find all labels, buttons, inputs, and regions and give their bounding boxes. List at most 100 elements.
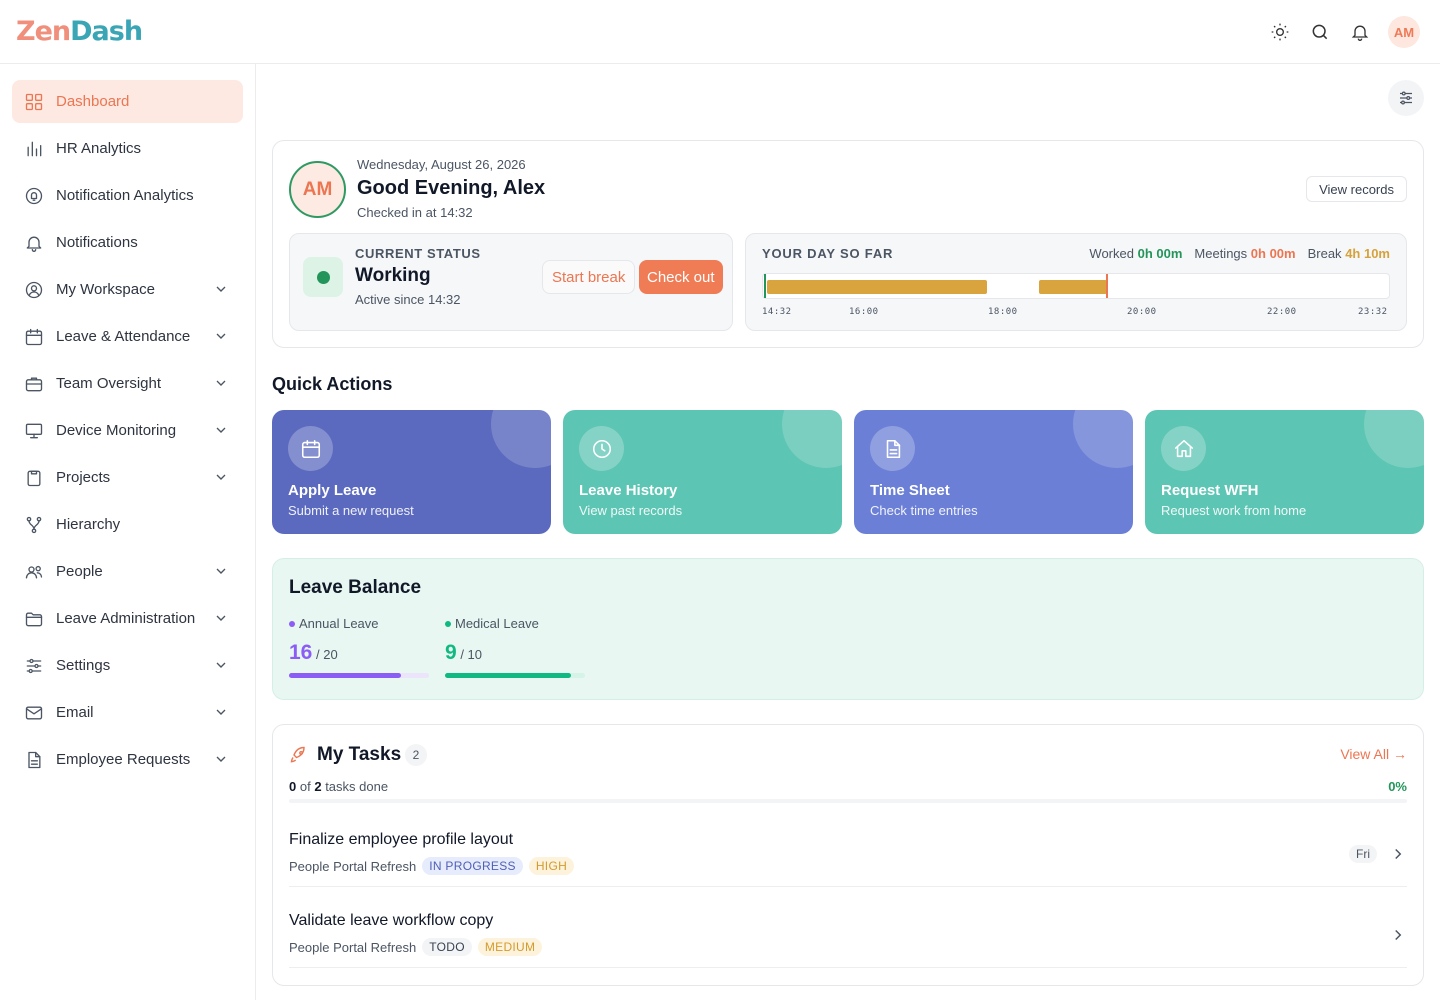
sidebar-item-leave-administration[interactable]: Leave Administration <box>12 597 243 640</box>
sidebar-item-notifications[interactable]: Notifications <box>12 221 243 264</box>
timeline-tick: 20:00 <box>1127 307 1157 317</box>
profile-avatar: AM <box>289 161 346 218</box>
leave-progress-bar <box>289 673 429 678</box>
quick-action-leave-history[interactable]: Leave History View past records <box>563 410 842 534</box>
sidebar-item-label: Email <box>56 704 94 721</box>
sidebar-item-label: Employee Requests <box>56 751 191 768</box>
timeline-track <box>762 273 1390 299</box>
bar-chart-icon <box>24 139 44 159</box>
chevron-down-icon[interactable] <box>213 751 229 767</box>
chevron-down-icon[interactable] <box>213 704 229 720</box>
calendar-icon <box>24 327 44 347</box>
clock-icon <box>579 426 624 471</box>
task-due-badge: Fri <box>1349 845 1377 863</box>
timeline-tick: 23:32 <box>1358 307 1388 317</box>
sidebar-item-label: Team Oversight <box>56 375 162 392</box>
chevron-right-icon[interactable] <box>1389 926 1407 949</box>
task-meta: People Portal Refresh TODO MEDIUM <box>289 938 543 956</box>
chevron-down-icon[interactable] <box>213 328 229 344</box>
quick-action-title: Time Sheet <box>870 482 950 499</box>
decorative-circle <box>1073 410 1133 468</box>
chevron-right-icon[interactable] <box>1389 845 1407 868</box>
start-break-button[interactable]: Start break <box>542 260 636 294</box>
task-status-badge: TODO <box>422 938 472 956</box>
sidebar-item-label: My Workspace <box>56 281 155 298</box>
user-circle-icon <box>24 280 44 300</box>
chevron-down-icon[interactable] <box>213 469 229 485</box>
search-icon[interactable] <box>1308 20 1332 44</box>
bell-icon[interactable] <box>1348 20 1372 44</box>
sidebar-item-label: Leave Administration <box>56 610 196 627</box>
quick-action-apply-leave[interactable]: Apply Leave Submit a new request <box>272 410 551 534</box>
view-all-tasks-link[interactable]: View All → <box>1340 746 1407 762</box>
tasks-title: My Tasks <box>317 744 402 765</box>
quick-action-subtitle: Check time entries <box>870 503 978 518</box>
filter-settings-button[interactable] <box>1388 80 1424 116</box>
tasks-progress-text: 0 of 2 tasks done <box>289 779 389 794</box>
sun-icon[interactable] <box>1268 20 1292 44</box>
sidebar-item-settings[interactable]: Settings <box>12 644 243 687</box>
checked-in-time: Checked in at 14:32 <box>357 205 473 220</box>
sidebar-item-projects[interactable]: Projects <box>12 456 243 499</box>
task-project: People Portal Refresh <box>289 858 417 874</box>
user-avatar[interactable]: AM <box>1388 16 1420 48</box>
chevron-down-icon[interactable] <box>213 610 229 626</box>
sidebar-item-label: People <box>56 563 103 580</box>
sidebar-item-label: Hierarchy <box>56 516 121 533</box>
sidebar-item-label: Settings <box>56 657 111 674</box>
quick-action-request-wfh[interactable]: Request WFH Request work from home <box>1145 410 1424 534</box>
active-since: Active since 14:32 <box>355 292 461 307</box>
leave-dot-icon <box>445 620 451 627</box>
leave-progress-bar <box>445 673 585 678</box>
task-row[interactable]: Validate leave workflow copy People Porta… <box>289 888 1407 968</box>
timeline-tick: 14:32 <box>762 307 792 317</box>
chevron-down-icon[interactable] <box>213 281 229 297</box>
app-logo[interactable]: ZenDash <box>16 16 143 47</box>
quick-action-time-sheet[interactable]: Time Sheet Check time entries <box>854 410 1133 534</box>
day-stats: Worked 0h 00m Meetings 0h 00m Break 4h 1… <box>1089 246 1390 261</box>
tasks-count-badge: 2 <box>405 744 427 766</box>
status-dot-icon <box>316 270 330 284</box>
sidebar-item-my-workspace[interactable]: My Workspace <box>12 268 243 311</box>
sidebar-item-label: Dashboard <box>56 93 130 110</box>
sidebar-item-team-oversight[interactable]: Team Oversight <box>12 362 243 405</box>
top-bar: ZenDash AM <box>0 0 1440 64</box>
sidebar-item-device-monitoring[interactable]: Device Monitoring <box>12 409 243 452</box>
break-segment <box>1039 280 1107 294</box>
sidebar-item-people[interactable]: People <box>12 550 243 593</box>
quick-action-title: Apply Leave <box>288 482 377 499</box>
chevron-down-icon[interactable] <box>213 375 229 391</box>
sidebar-item-email[interactable]: Email <box>12 691 243 734</box>
sidebar-item-dashboard[interactable]: Dashboard <box>12 80 243 123</box>
task-status-badge: IN PROGRESS <box>422 857 523 875</box>
chevron-down-icon[interactable] <box>213 563 229 579</box>
calendar-icon <box>288 426 333 471</box>
break-stat: Break 4h 10m <box>1307 246 1390 261</box>
task-row[interactable]: Finalize employee profile layout People P… <box>289 807 1407 887</box>
view-records-button[interactable]: View records <box>1306 176 1407 202</box>
decorative-circle <box>491 410 551 468</box>
sidebar-item-notification-analytics[interactable]: Notification Analytics <box>12 174 243 217</box>
status-value: Working <box>355 265 431 286</box>
leave-progress-fill <box>289 673 401 678</box>
monitor-icon <box>24 421 44 441</box>
sidebar-item-hierarchy[interactable]: Hierarchy <box>12 503 243 546</box>
home-icon <box>1161 426 1206 471</box>
check-out-button[interactable]: Check out <box>639 260 723 294</box>
sidebar-item-leave-attendance[interactable]: Leave & Attendance <box>12 315 243 358</box>
leave-item-annual-leave: Annual Leave 16 / 20 <box>289 616 429 678</box>
rocket-icon <box>289 745 309 770</box>
decorative-circle <box>1364 410 1424 468</box>
top-icons: AM <box>1268 16 1420 48</box>
chevron-down-icon[interactable] <box>213 657 229 673</box>
leave-progress-fill <box>445 673 571 678</box>
decorative-circle <box>782 410 842 468</box>
quick-actions-title: Quick Actions <box>272 374 393 394</box>
timeline-tick: 16:00 <box>849 307 879 317</box>
sidebar-item-employee-requests[interactable]: Employee Requests <box>12 738 243 781</box>
chevron-down-icon[interactable] <box>213 422 229 438</box>
mail-icon <box>24 703 44 723</box>
sidebar-item-hr-analytics[interactable]: HR Analytics <box>12 127 243 170</box>
status-label: CURRENT STATUS <box>355 246 481 261</box>
leave-dot-icon <box>289 620 295 627</box>
